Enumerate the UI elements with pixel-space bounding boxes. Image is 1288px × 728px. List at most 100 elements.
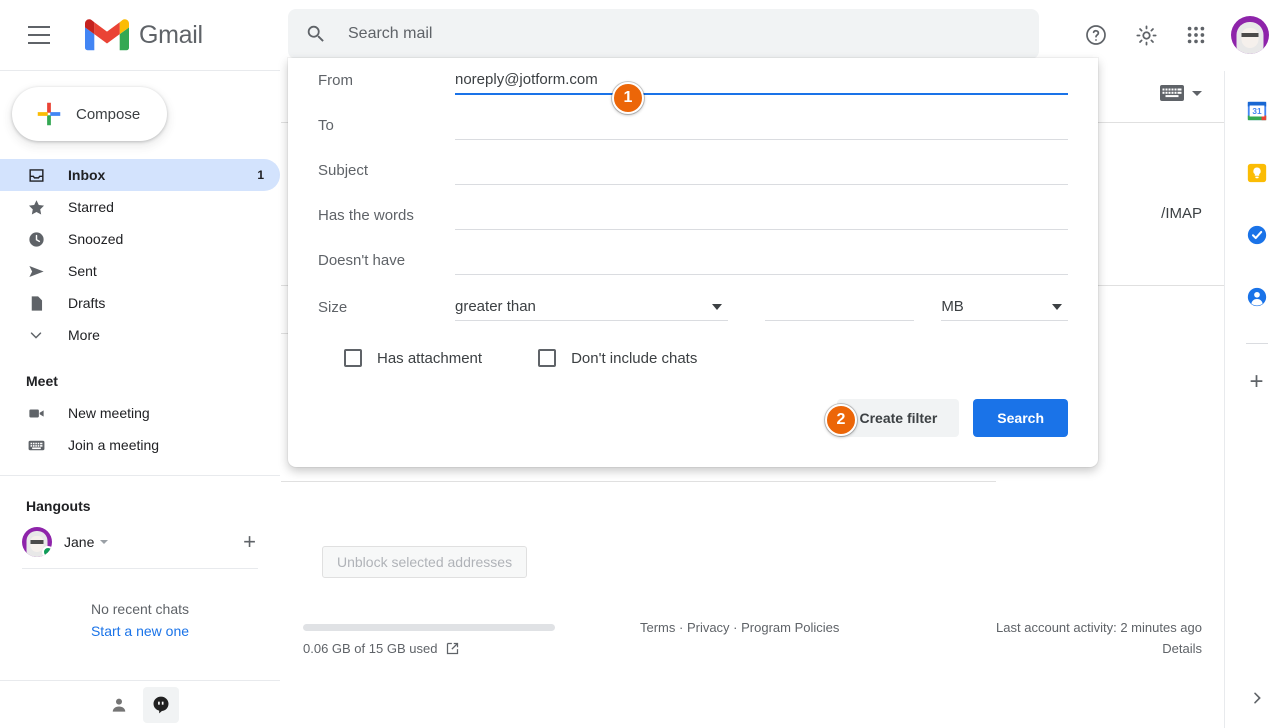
dont-include-chats-checkbox[interactable] <box>538 349 556 367</box>
sidebar-item-sent[interactable]: Sent <box>0 255 280 287</box>
user-avatar <box>1231 16 1269 54</box>
star-icon <box>26 197 46 217</box>
doesnt-have-input[interactable] <box>455 247 1068 273</box>
add-panel-button[interactable]: + <box>1237 362 1277 402</box>
plus-icon: + <box>1249 370 1263 394</box>
step-badge-1: 1 <box>612 82 644 114</box>
search-icon[interactable] <box>292 10 340 58</box>
gmail-app: Gmail <box>0 0 1288 728</box>
sidebar-item-drafts[interactable]: Drafts <box>0 287 280 319</box>
doesnt-have-field-wrap[interactable] <box>455 247 1068 275</box>
filter-row-has-the-words: Has the words <box>318 193 1068 238</box>
to-input[interactable] <box>455 112 1068 138</box>
from-input[interactable] <box>455 67 1068 93</box>
gmail-wordmark: Gmail <box>139 21 203 50</box>
clock-icon <box>26 229 46 249</box>
top-bar-actions <box>1072 11 1274 59</box>
no-recent-chats-text: No recent chats <box>0 601 280 617</box>
filter-row-doesnt-have: Doesn't have <box>318 238 1068 283</box>
subject-label: Subject <box>318 162 455 179</box>
size-amount-field-wrap[interactable] <box>765 293 914 321</box>
from-label: From <box>318 72 455 89</box>
sidebar-divider <box>0 475 280 476</box>
from-field-wrap[interactable] <box>455 67 1068 95</box>
size-unit-value: MB <box>941 298 964 315</box>
sidebar-item-new-meeting[interactable]: New meeting <box>0 397 280 429</box>
google-calendar-icon[interactable]: 31 <box>1237 91 1277 131</box>
hangouts-user-name: Jane <box>64 534 94 550</box>
has-the-words-label: Has the words <box>318 207 455 224</box>
size-unit-select[interactable]: MB <box>941 293 1068 321</box>
footer-activity: Last account activity: 2 minutes ago Det… <box>996 620 1202 656</box>
apps-grid-icon[interactable] <box>1172 11 1220 59</box>
google-keep-icon[interactable] <box>1237 153 1277 193</box>
gmail-m-icon <box>85 18 129 52</box>
to-field-wrap[interactable] <box>455 112 1068 140</box>
search-button[interactable]: Search <box>973 399 1068 437</box>
sidebar-item-label: Snoozed <box>68 231 264 247</box>
sidebar-item-starred[interactable]: Starred <box>0 191 280 223</box>
size-comparator-value: greater than <box>455 298 536 315</box>
chevron-down-icon[interactable] <box>100 540 108 544</box>
google-contacts-icon[interactable] <box>1237 277 1277 317</box>
start-new-chat-link[interactable]: Start a new one <box>0 623 280 639</box>
chevron-down-icon <box>26 325 46 345</box>
chevron-right-icon[interactable] <box>1241 682 1273 714</box>
rail-divider <box>1246 343 1268 344</box>
gear-icon[interactable] <box>1122 11 1170 59</box>
inbox-count: 1 <box>257 168 264 182</box>
has-the-words-input[interactable] <box>455 202 1068 228</box>
content-divider <box>281 481 996 482</box>
hangouts-divider <box>22 568 258 569</box>
dont-include-chats-label: Don't include chats <box>571 350 697 367</box>
gmail-logo: Gmail <box>85 18 203 52</box>
send-icon <box>26 261 46 281</box>
last-account-activity: Last account activity: 2 minutes ago <box>996 620 1202 635</box>
video-camera-icon <box>26 403 46 423</box>
chevron-down-icon[interactable] <box>1192 91 1202 96</box>
size-comparator-select[interactable]: greater than <box>455 293 728 321</box>
keyboard-shortcut-icon <box>1160 85 1184 101</box>
search-bar[interactable] <box>288 9 1039 59</box>
avatar[interactable] <box>1226 11 1274 59</box>
sidebar-item-snoozed[interactable]: Snoozed <box>0 223 280 255</box>
footer-links[interactable]: Terms · Privacy · Program Policies <box>640 620 839 635</box>
sidebar-chat-footer <box>0 680 280 728</box>
sidebar-item-inbox[interactable]: Inbox 1 <box>0 159 280 191</box>
hangouts-avatar <box>22 527 52 557</box>
hangouts-icon[interactable] <box>143 687 179 723</box>
sidebar-item-label: More <box>68 327 264 343</box>
subject-field-wrap[interactable] <box>455 157 1068 185</box>
unblock-selected-addresses-button[interactable]: Unblock selected addresses <box>322 546 527 578</box>
search-input[interactable] <box>340 25 1039 43</box>
has-attachment-checkbox[interactable] <box>344 349 362 367</box>
sidebar-item-more[interactable]: More <box>0 319 280 351</box>
has-attachment-label: Has attachment <box>377 350 482 367</box>
doesnt-have-label: Doesn't have <box>318 252 455 269</box>
keyboard-shortcut-control[interactable] <box>1160 85 1202 101</box>
dialog-actions: Create filter Search <box>318 399 1068 437</box>
filter-row-from: From <box>318 58 1068 103</box>
help-icon[interactable] <box>1072 11 1120 59</box>
compose-label: Compose <box>76 106 140 123</box>
details-link[interactable]: Details <box>996 641 1202 656</box>
subject-input[interactable] <box>455 157 1068 183</box>
svg-text:31: 31 <box>1252 107 1262 116</box>
meet-section-title: Meet <box>0 373 280 389</box>
hamburger-icon[interactable] <box>15 11 63 59</box>
person-icon[interactable] <box>101 687 137 723</box>
open-in-new-icon[interactable] <box>445 641 460 656</box>
google-tasks-icon[interactable] <box>1237 215 1277 255</box>
step-badge-2: 2 <box>825 404 857 436</box>
search-options-dialog: From To Subject Has the words Doesn't ha <box>288 58 1098 467</box>
add-hangout-button[interactable]: + <box>243 531 256 553</box>
hangouts-user-row[interactable]: Jane + <box>0 522 280 562</box>
has-the-words-field-wrap[interactable] <box>455 202 1068 230</box>
sidebar-item-label: Inbox <box>68 167 257 183</box>
sidebar-item-label: Sent <box>68 263 264 279</box>
compose-button[interactable]: Compose <box>12 87 167 141</box>
hangouts-section-title: Hangouts <box>0 498 280 514</box>
sidebar-item-join-meeting[interactable]: Join a meeting <box>0 429 280 461</box>
size-amount-input[interactable] <box>765 293 914 319</box>
chevron-down-icon <box>712 304 722 310</box>
